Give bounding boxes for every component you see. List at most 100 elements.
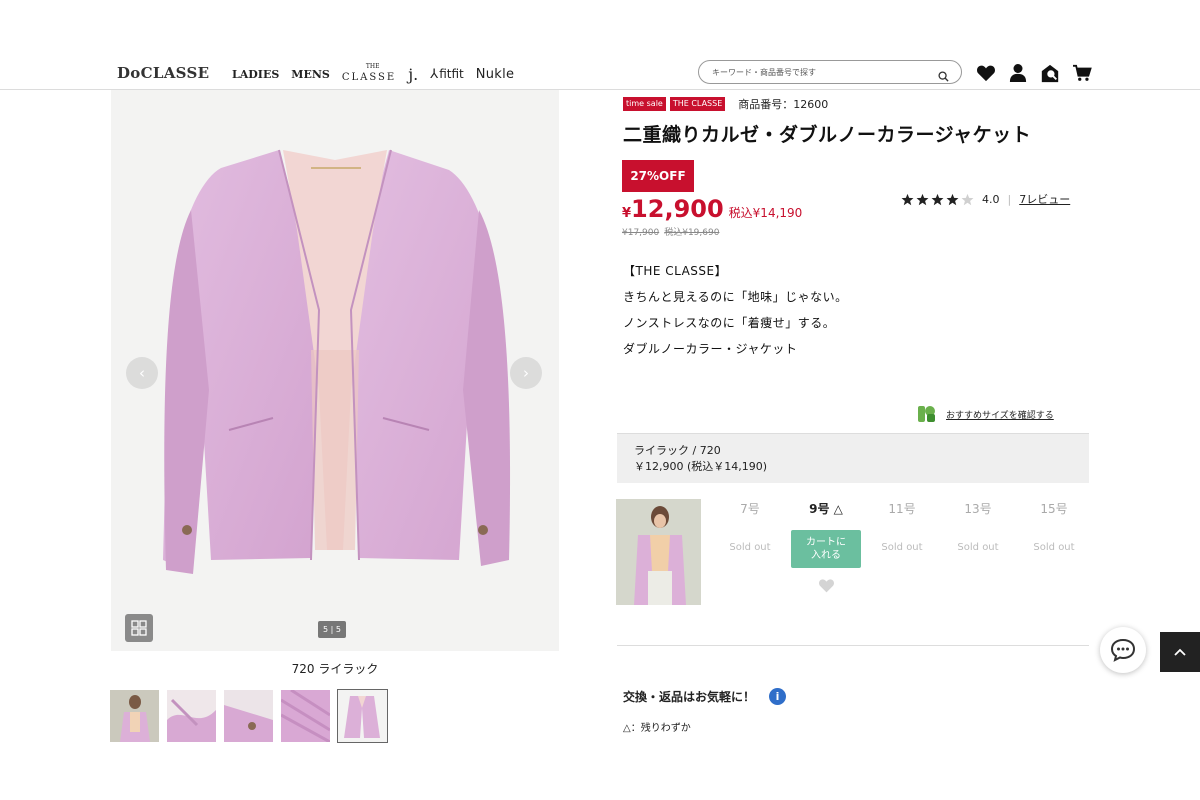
rating-divider: |: [1007, 192, 1012, 206]
price-currency: ¥: [622, 206, 632, 221]
product-description: 【THE CLASSE】 きちんと見えるのに「地味」じゃない。 ノンストレスなの…: [623, 258, 848, 362]
thumbnail-model-image: [110, 690, 159, 742]
site-header: DoCLASSE LADIES MENS THE CLASSE j. ⅄fitfi…: [0, 58, 1200, 90]
size-option-9: 9号 △ カートに 入れる: [788, 500, 864, 593]
thumbnail-1[interactable]: [110, 690, 159, 742]
model-photo: [616, 499, 701, 605]
variant-color: ライラック / 720: [634, 444, 721, 457]
add-favorite-button[interactable]: [788, 578, 864, 593]
size-label: 11号: [888, 502, 916, 516]
rating-stars: [901, 193, 974, 206]
sale-price: ¥ 12,900 税込¥14,190: [622, 195, 802, 223]
main-nav: LADIES MENS THE CLASSE j. ⅄fitfit Nukle: [232, 62, 514, 86]
size-option-13: 13号 Sold out: [940, 500, 1016, 553]
thumbnail-4[interactable]: [281, 690, 330, 742]
product-title: 二重織りカルゼ・ダブルノーカラージャケット: [623, 124, 1032, 146]
nav-the-classe[interactable]: THE CLASSE: [341, 63, 397, 83]
favorites-heart-icon[interactable]: [975, 62, 997, 84]
thumbnail-3[interactable]: [224, 690, 273, 742]
next-image-button[interactable]: ›: [510, 357, 542, 389]
heart-outline-icon: [818, 579, 834, 593]
site-logo[interactable]: DoCLASSE: [117, 64, 209, 82]
stock-note: △：残りわずか: [623, 723, 691, 734]
back-to-top-button[interactable]: [1160, 632, 1200, 672]
nav-classe-sup: THE: [365, 62, 380, 70]
exchange-text: 交換・返品はお気軽に！: [623, 690, 756, 704]
store-locator-icon[interactable]: [1039, 62, 1061, 84]
info-icon[interactable]: i: [769, 688, 787, 705]
variant-model-image[interactable]: [616, 499, 701, 605]
size-recommendation: おすすめサイズを確認する: [917, 405, 1054, 423]
nav-classe-label: CLASSE: [341, 71, 397, 83]
exchange-info: 交換・返品はお気軽に！ i: [623, 688, 787, 705]
star-empty-icon: [961, 193, 974, 205]
thumbnail-strip: [110, 689, 388, 743]
discount-badge: 27%OFF: [622, 160, 694, 192]
thumbnail-2[interactable]: [167, 690, 216, 742]
sold-out-label: Sold out: [957, 542, 999, 553]
chevron-right-icon: ›: [523, 364, 529, 382]
chevron-up-icon: [1174, 648, 1186, 656]
cart-button-line-2: 入れる: [811, 550, 841, 561]
sold-out-label: Sold out: [881, 542, 923, 553]
original-price-value: ¥17,900: [622, 228, 660, 238]
time-sale-badge: time sale: [623, 97, 666, 111]
thumbnail-fabric-image: [281, 690, 330, 742]
search-input[interactable]: [712, 65, 932, 80]
section-divider: [617, 645, 1089, 646]
product-badges: time sale THE CLASSE 商品番号：12600: [623, 96, 828, 112]
gallery-grid-button[interactable]: [125, 614, 153, 642]
size-option-15: 15号 Sold out: [1016, 500, 1092, 553]
thumbnail-jacket-image: [338, 690, 387, 742]
nav-j[interactable]: j.: [408, 65, 418, 84]
selected-variant-box: ライラック / 720 ￥12,900 (税込￥14,190): [617, 433, 1089, 483]
thumbnail-cuff-image: [224, 690, 273, 742]
nav-nukle[interactable]: Nukle: [476, 67, 515, 82]
star-filled-icon: [916, 193, 929, 205]
image-counter: 5 | 5: [318, 621, 346, 638]
sold-out-label: Sold out: [729, 542, 771, 553]
cart-button-line-1: カートに: [806, 537, 846, 548]
reviews-link[interactable]: 7レビュー: [1019, 191, 1070, 207]
size-check-link[interactable]: おすすめサイズを確認する: [946, 408, 1054, 421]
price-with-tax: 税込¥14,190: [728, 206, 803, 220]
product-rating: 4.0 | 7レビュー: [901, 191, 1070, 207]
jacket-illustration: [163, 149, 511, 574]
search-box: [698, 60, 962, 84]
size-label: 7号: [740, 502, 760, 516]
original-price-tax: 税込¥19,690: [664, 228, 720, 238]
brand-badge: THE CLASSE: [669, 97, 726, 111]
rating-value: 4.0: [982, 192, 1000, 206]
image-caption: 720 ライラック: [291, 662, 379, 676]
thumbnail-detail-image: [167, 690, 216, 742]
product-main-image[interactable]: ‹ › 5 | 5: [111, 90, 559, 651]
star-filled-icon: [946, 193, 959, 205]
nav-ladies[interactable]: LADIES: [232, 68, 279, 81]
nav-mens[interactable]: MENS: [291, 68, 330, 81]
size-label: 15号: [1040, 502, 1068, 516]
nav-fitfit[interactable]: ⅄fitfit: [430, 67, 463, 82]
description-line-1: 【THE CLASSE】: [623, 264, 728, 278]
thumbnail-5[interactable]: [337, 689, 388, 743]
prev-image-button[interactable]: ‹: [126, 357, 158, 389]
original-price: ¥17,900 税込¥19,690: [622, 225, 724, 238]
size-label: 13号: [964, 502, 992, 516]
chat-bubble-icon: [1110, 638, 1136, 662]
nav-fitfit-label: fitfit: [439, 66, 464, 81]
star-filled-icon: [901, 193, 914, 205]
product-number: 商品番号：12600: [738, 98, 829, 111]
sold-out-label: Sold out: [1033, 542, 1075, 553]
search-icon[interactable]: [938, 67, 949, 86]
size-option-7: 7号 Sold out: [712, 500, 788, 553]
add-to-cart-button[interactable]: カートに 入れる: [791, 530, 861, 568]
star-filled-icon: [931, 193, 944, 205]
description-line-3: ノンストレスなのに「着痩せ」する。: [623, 316, 836, 330]
cart-icon[interactable]: [1071, 62, 1093, 84]
size-check-logo-icon: [918, 406, 935, 422]
variant-price: ￥12,900 (税込￥14,190): [634, 460, 768, 473]
account-user-icon[interactable]: [1007, 62, 1029, 84]
header-icons: [975, 62, 1093, 84]
size-option-11: 11号 Sold out: [864, 500, 940, 553]
fitfit-logo-icon: ⅄: [430, 66, 439, 82]
chat-button[interactable]: [1100, 627, 1146, 673]
